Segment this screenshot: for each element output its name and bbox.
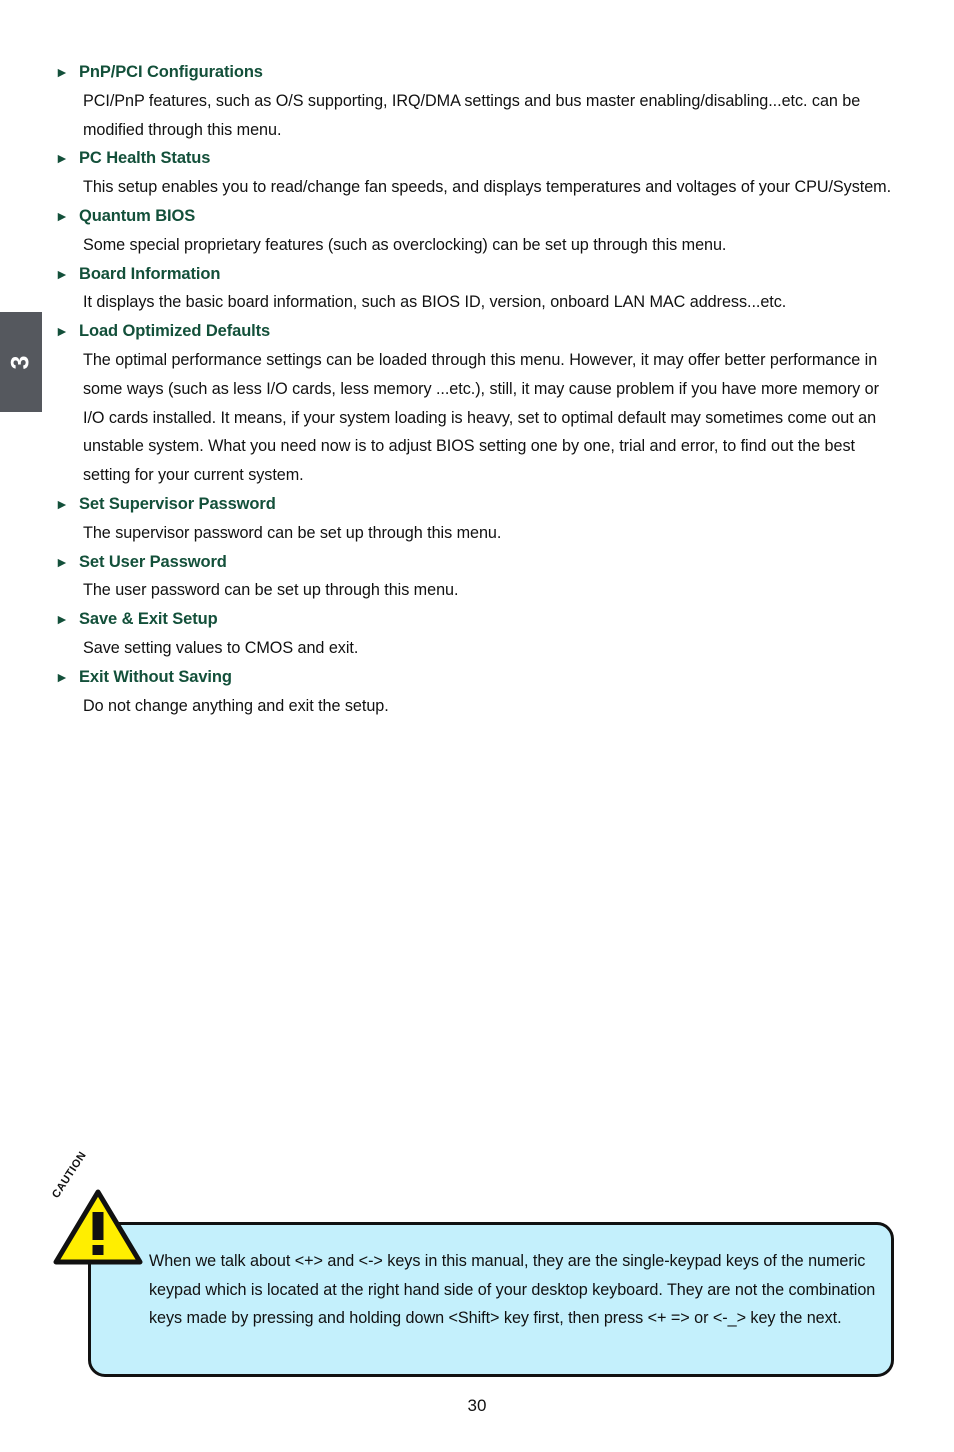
section-set-supervisor-password: ► Set Supervisor Password The supervisor … [55, 490, 900, 548]
triangle-right-icon: ► [55, 553, 69, 570]
warning-triangle-icon: CAUTION [50, 1150, 152, 1268]
section-heading: ► Set Supervisor Password [55, 490, 900, 519]
section-heading: ► Load Optimized Defaults [55, 317, 900, 346]
chapter-tab: 3 [0, 312, 42, 412]
section-heading: ► PnP/PCI Configurations [55, 58, 900, 87]
section-pnp-pci-configurations: ► PnP/PCI Configurations PCI/PnP features… [55, 58, 900, 144]
page-content: ► PnP/PCI Configurations PCI/PnP features… [55, 58, 900, 720]
triangle-right-icon: ► [55, 668, 69, 685]
section-board-information: ► Board Information It displays the basic… [55, 260, 900, 318]
section-body: The optimal performance settings can be … [83, 350, 879, 485]
triangle-right-icon: ► [55, 207, 69, 224]
triangle-right-icon: ► [55, 64, 69, 80]
section-heading-label: Board Information [79, 264, 221, 283]
section-load-optimized-defaults: ► Load Optimized Defaults The optimal per… [55, 317, 900, 490]
section-heading: ► Quantum BIOS [55, 202, 900, 231]
section-heading: ► Set User Password [55, 548, 900, 577]
triangle-right-icon: ► [55, 150, 69, 167]
triangle-right-icon: ► [55, 265, 69, 282]
chapter-tab-number: 3 [6, 355, 35, 369]
triangle-right-icon: ► [55, 611, 69, 628]
section-body: Some special proprietary features (such … [83, 235, 727, 254]
section-heading-label: Exit Without Saving [79, 667, 232, 686]
section-heading-label: Quantum BIOS [79, 206, 196, 225]
section-pc-health-status: ► PC Health Status This setup enables you… [55, 144, 900, 202]
section-exit-without-saving: ► Exit Without Saving Do not change anyth… [55, 663, 900, 721]
section-save-and-exit-setup: ► Save & Exit Setup Save setting values t… [55, 605, 900, 663]
section-heading: ► Save & Exit Setup [55, 605, 900, 634]
section-body: Save setting values to CMOS and exit. [83, 638, 359, 657]
section-heading-label: PnP/PCI Configurations [79, 63, 263, 81]
caution-box: When we talk about <+> and <-> keys in t… [88, 1222, 894, 1377]
section-quantum-bios: ► Quantum BIOS Some special proprietary f… [55, 202, 900, 260]
triangle-right-icon: ► [55, 323, 69, 340]
section-heading: ► Board Information [55, 260, 900, 289]
page-number: 30 [467, 1396, 487, 1415]
section-heading: ► PC Health Status [55, 144, 900, 173]
caution-callout: When we talk about <+> and <-> keys in t… [0, 1150, 954, 1388]
section-heading: ► Exit Without Saving [55, 663, 900, 692]
section-heading-label: PC Health Status [79, 149, 211, 168]
section-body: The user password can be set up through … [83, 581, 459, 600]
section-heading-label: Load Optimized Defaults [79, 322, 271, 341]
triangle-right-icon: ► [55, 495, 69, 512]
section-heading-label: Save & Exit Setup [79, 610, 218, 629]
section-heading-label: Set User Password [79, 552, 227, 571]
section-body: The supervisor password can be set up th… [83, 523, 502, 542]
section-set-user-password: ► Set User Password The user password can… [55, 548, 900, 606]
section-body: It displays the basic board information,… [83, 293, 787, 312]
section-body: PCI/PnP features, such as O/S supporting… [83, 91, 861, 139]
section-body: This setup enables you to read/change fa… [83, 178, 892, 197]
caution-text: When we talk about <+> and <-> keys in t… [149, 1252, 876, 1327]
section-heading-label: Set Supervisor Password [79, 494, 276, 513]
section-body: Do not change anything and exit the setu… [83, 696, 389, 715]
